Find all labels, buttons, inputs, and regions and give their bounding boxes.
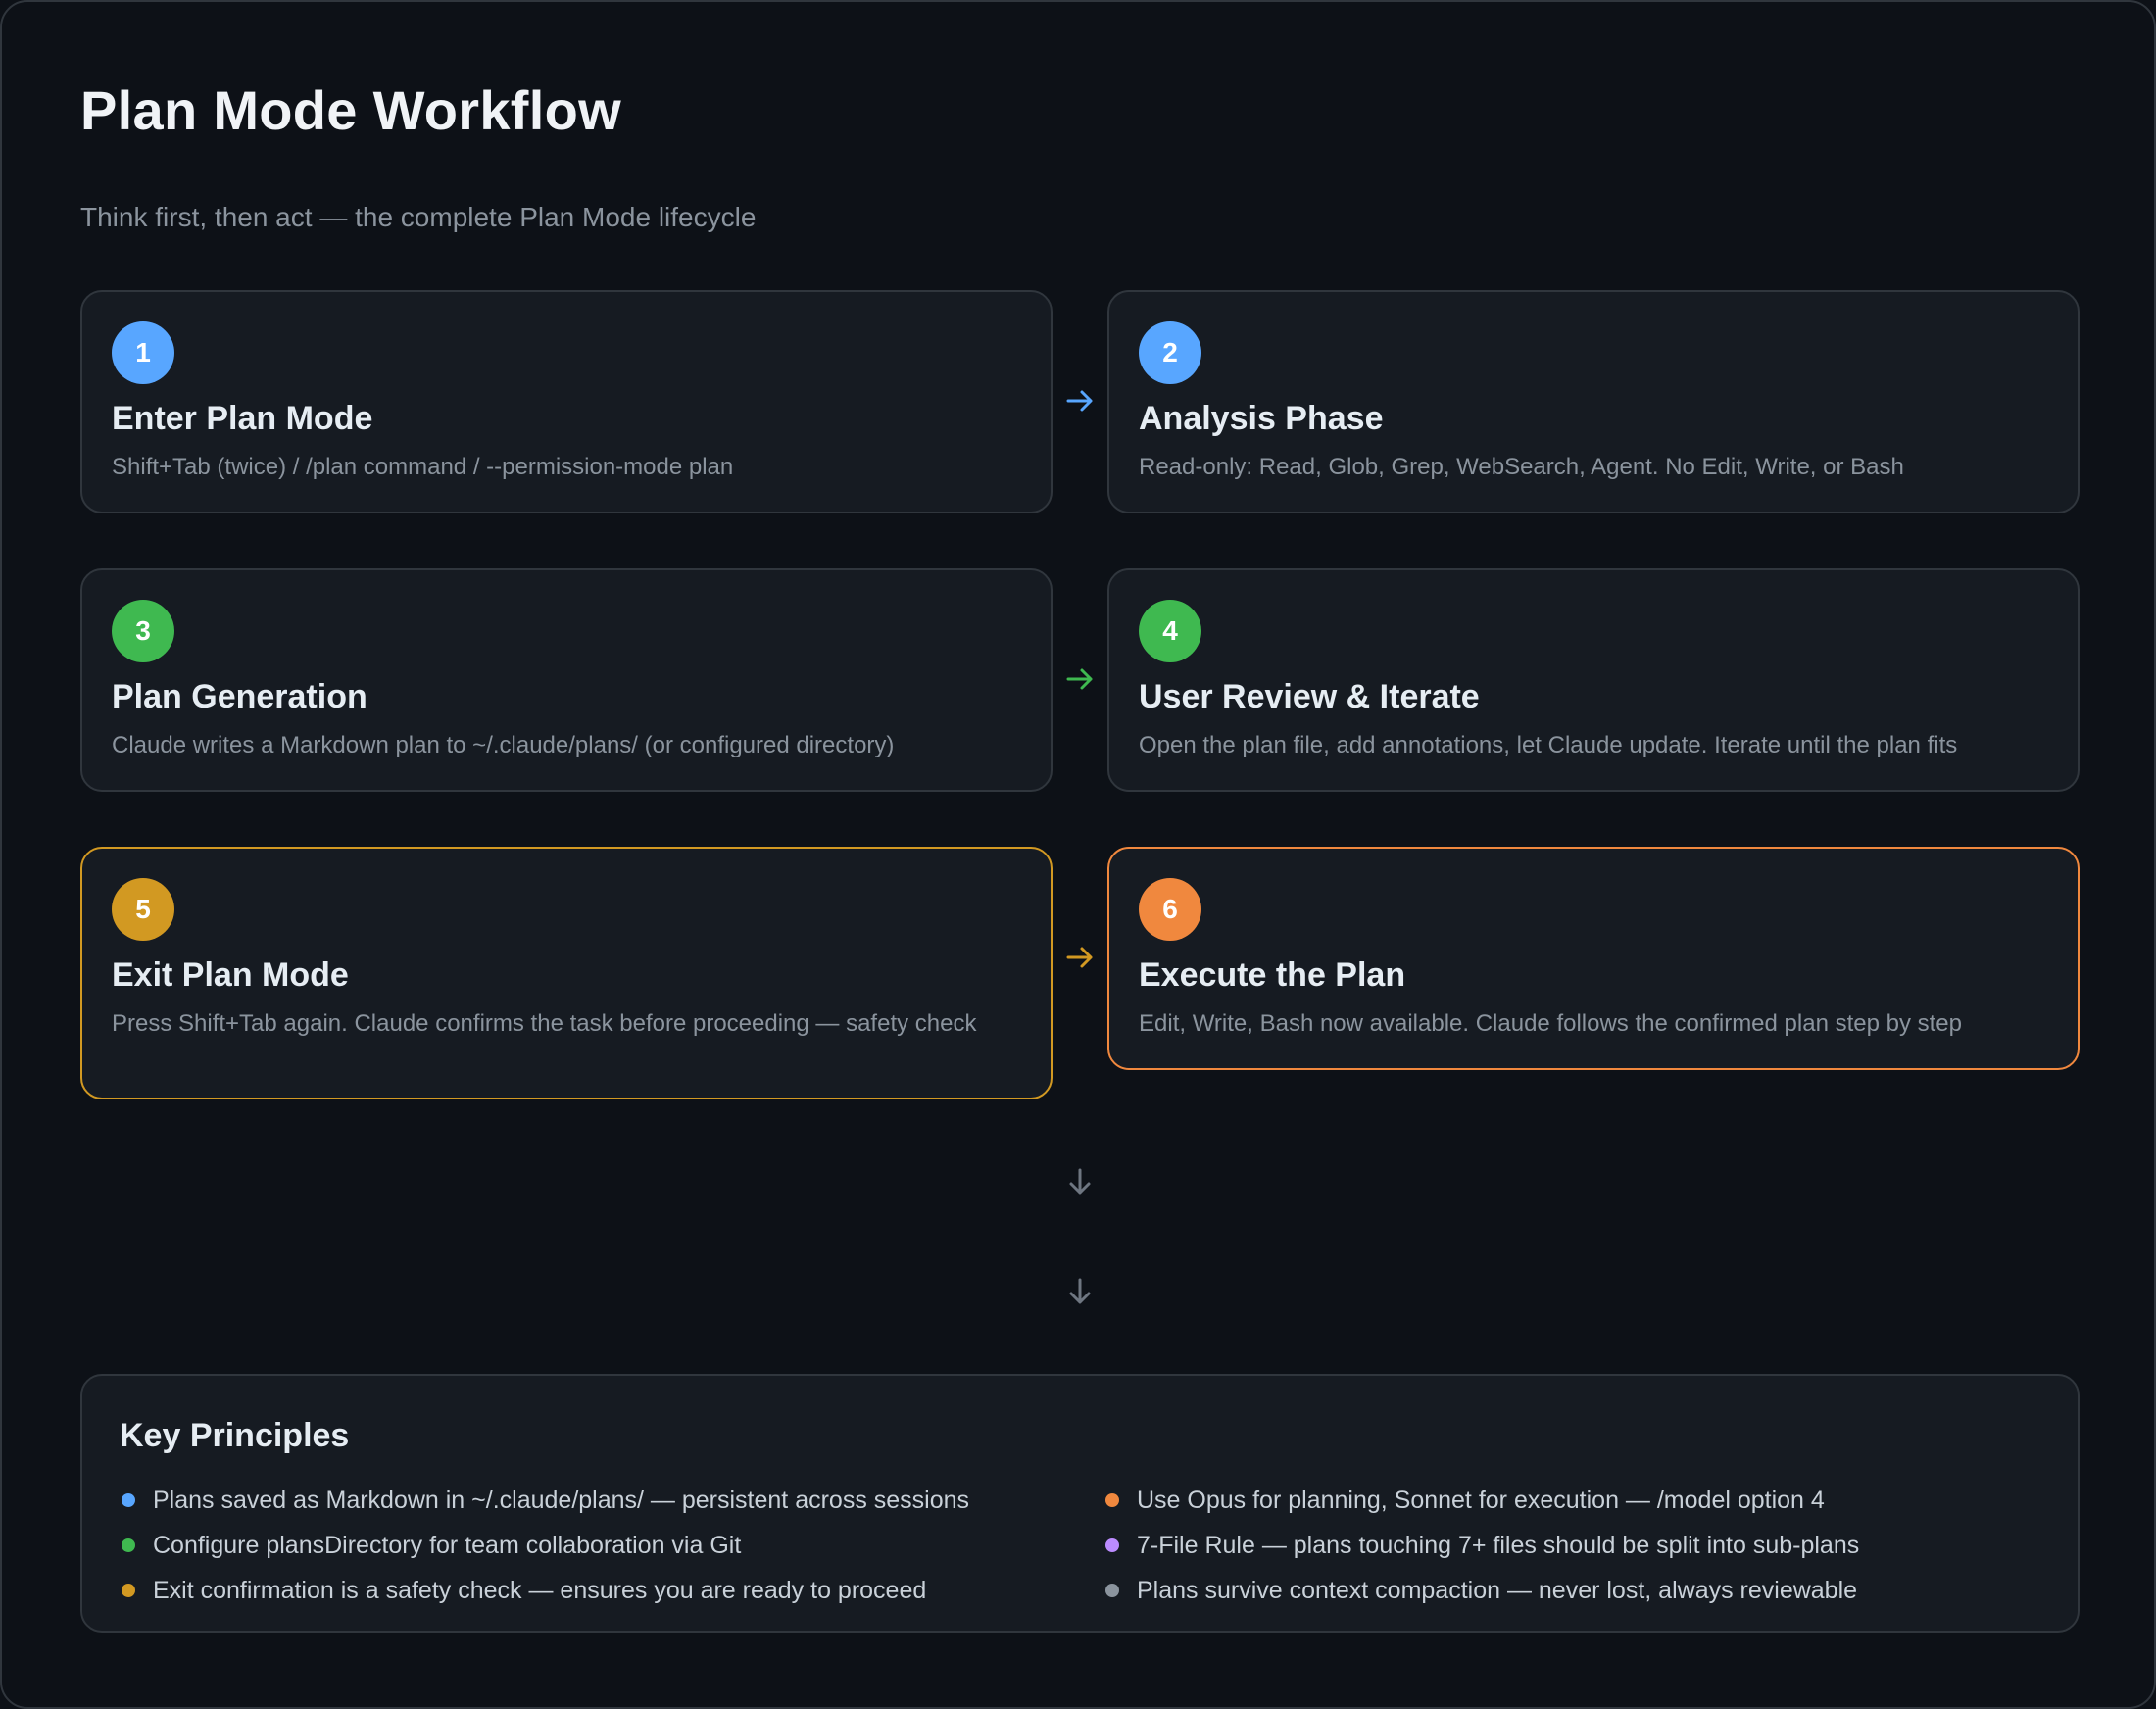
principle-text: Configure plansDirectory for team collab… bbox=[153, 1531, 742, 1559]
principle-text: Plans survive context compaction — never… bbox=[1137, 1576, 1858, 1604]
step-badge-2: 2 bbox=[1139, 321, 1201, 384]
step-card-1: 1 Enter Plan Mode Shift+Tab (twice) / /p… bbox=[80, 290, 1053, 513]
principle-item: Use Opus for planning, Sonnet for execut… bbox=[1105, 1478, 1859, 1523]
page-title: Plan Mode Workflow bbox=[80, 79, 621, 141]
bullet-dot-icon bbox=[1105, 1584, 1119, 1597]
step-badge-6: 6 bbox=[1139, 878, 1201, 941]
step-title-6: Execute the Plan bbox=[1139, 956, 1406, 994]
principle-item: Exit confirmation is a safety check — en… bbox=[122, 1568, 969, 1613]
page-subtitle: Think first, then act — the complete Pla… bbox=[80, 202, 757, 232]
key-principles-panel: Key Principles Plans saved as Markdown i… bbox=[80, 1374, 2080, 1633]
principles-list-left: Plans saved as Markdown in ~/.claude/pla… bbox=[122, 1478, 969, 1613]
step-title-5: Exit Plan Mode bbox=[112, 956, 349, 994]
bullet-dot-icon bbox=[1105, 1493, 1119, 1507]
arrow-right-icon bbox=[1064, 663, 1096, 695]
principles-list-right: Use Opus for planning, Sonnet for execut… bbox=[1105, 1478, 1859, 1613]
bullet-dot-icon bbox=[122, 1584, 135, 1597]
principle-item: Plans survive context compaction — never… bbox=[1105, 1568, 1859, 1613]
step-title-1: Enter Plan Mode bbox=[112, 400, 373, 437]
step-title-2: Analysis Phase bbox=[1139, 400, 1384, 437]
principle-text: Exit confirmation is a safety check — en… bbox=[153, 1576, 927, 1604]
step-card-3: 3 Plan Generation Claude writes a Markdo… bbox=[80, 568, 1053, 792]
arrow-right-icon bbox=[1064, 385, 1096, 416]
step-description-2: Read-only: Read, Glob, Grep, WebSearch, … bbox=[1139, 454, 1904, 480]
step-description-3: Claude writes a Markdown plan to ~/.clau… bbox=[112, 732, 895, 758]
principle-text: 7-File Rule — plans touching 7+ files sh… bbox=[1137, 1531, 1860, 1559]
bullet-dot-icon bbox=[122, 1538, 135, 1552]
step-card-2: 2 Analysis Phase Read-only: Read, Glob, … bbox=[1107, 290, 2080, 513]
arrow-down-icon bbox=[1064, 1166, 1096, 1197]
step-title-4: User Review & Iterate bbox=[1139, 678, 1480, 715]
step-badge-3: 3 bbox=[112, 600, 174, 662]
step-title-3: Plan Generation bbox=[112, 678, 368, 715]
step-description-1: Shift+Tab (twice) / /plan command / --pe… bbox=[112, 454, 734, 480]
step-badge-4: 4 bbox=[1139, 600, 1201, 662]
key-principles-title: Key Principles bbox=[120, 1417, 350, 1454]
principle-item: Plans saved as Markdown in ~/.claude/pla… bbox=[122, 1478, 969, 1523]
step-description-5: Press Shift+Tab again. Claude confirms t… bbox=[112, 1010, 977, 1037]
principle-item: 7-File Rule — plans touching 7+ files sh… bbox=[1105, 1523, 1859, 1568]
principle-text: Use Opus for planning, Sonnet for execut… bbox=[1137, 1486, 1825, 1514]
step-badge-1: 1 bbox=[112, 321, 174, 384]
step-description-6: Edit, Write, Bash now available. Claude … bbox=[1139, 1010, 1962, 1037]
step-description-4: Open the plan file, add annotations, let… bbox=[1139, 732, 1958, 758]
step-card-5: 5 Exit Plan Mode Press Shift+Tab again. … bbox=[80, 847, 1053, 1099]
diagram-frame: Plan Mode Workflow Think first, then act… bbox=[0, 0, 2156, 1709]
step-card-6: 6 Execute the Plan Edit, Write, Bash now… bbox=[1107, 847, 2080, 1070]
bullet-dot-icon bbox=[122, 1493, 135, 1507]
principle-item: Configure plansDirectory for team collab… bbox=[122, 1523, 969, 1568]
arrow-down-icon bbox=[1064, 1276, 1096, 1307]
arrow-right-icon bbox=[1064, 942, 1096, 973]
bullet-dot-icon bbox=[1105, 1538, 1119, 1552]
principle-text: Plans saved as Markdown in ~/.claude/pla… bbox=[153, 1486, 970, 1514]
step-badge-5: 5 bbox=[112, 878, 174, 941]
step-card-4: 4 User Review & Iterate Open the plan fi… bbox=[1107, 568, 2080, 792]
